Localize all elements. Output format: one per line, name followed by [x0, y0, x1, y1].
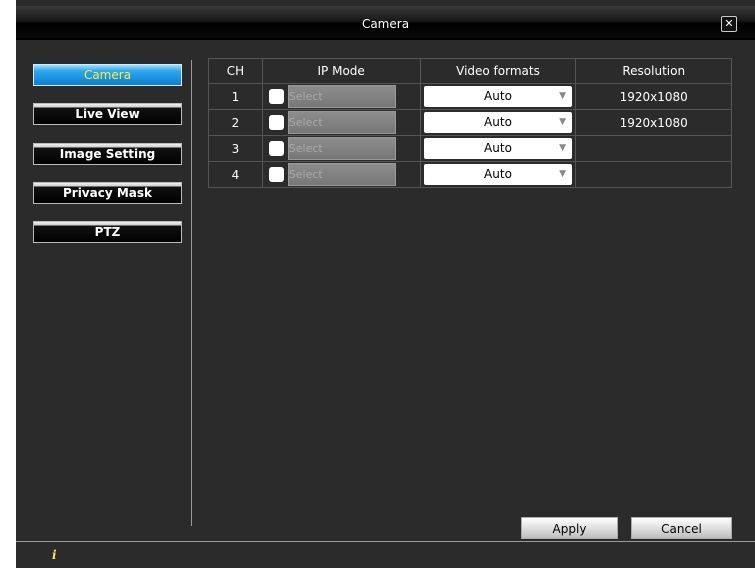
ip-mode-cell: Select — [261, 109, 421, 136]
window-title: Camera — [361, 17, 410, 31]
video-format-cell: Auto ▼ — [419, 161, 577, 188]
ip-mode-cell: Select — [261, 135, 421, 162]
chevron-down-icon: ▼ — [559, 117, 566, 127]
video-format-select[interactable]: Auto ▼ — [423, 138, 572, 159]
camera-table: CH IP Mode Video formats Resolution 1 Se… — [208, 58, 732, 188]
video-format-value: Auto — [484, 167, 512, 181]
title-bar: Camera ✕ — [16, 6, 755, 40]
sidebar-item-label: Image Setting — [59, 147, 156, 161]
chevron-down-icon: ▼ — [559, 91, 566, 101]
chevron-down-icon: ▼ — [559, 169, 566, 179]
table-row: 2 Select Auto ▼ 1920x1080 — [208, 109, 732, 136]
table-row: 3 Select Auto ▼ — [208, 135, 732, 162]
channel-number: 2 — [208, 109, 263, 136]
select-button[interactable]: Select — [287, 111, 396, 134]
column-header-ip-mode: IP Mode — [261, 58, 421, 84]
table-header-row: CH IP Mode Video formats Resolution — [208, 58, 732, 84]
video-format-select[interactable]: Auto ▼ — [423, 164, 572, 185]
sidebar-item-ptz[interactable]: PTZ — [33, 221, 182, 243]
column-header-video-formats: Video formats — [419, 58, 577, 84]
column-header-resolution: Resolution — [575, 58, 732, 84]
video-format-cell: Auto ▼ — [419, 109, 577, 136]
video-format-select[interactable]: Auto ▼ — [423, 112, 572, 133]
ip-mode-checkbox[interactable] — [268, 167, 284, 182]
resolution-cell — [575, 161, 732, 188]
close-icon[interactable]: ✕ — [721, 16, 737, 32]
chevron-down-icon: ▼ — [559, 143, 566, 153]
sidebar-item-label: Privacy Mask — [62, 186, 153, 200]
video-format-cell: Auto ▼ — [419, 83, 577, 110]
sidebar-item-live-view[interactable]: Live View — [33, 103, 182, 125]
video-format-cell: Auto ▼ — [419, 135, 577, 162]
sidebar-item-label: PTZ — [94, 225, 121, 239]
video-format-select[interactable]: Auto ▼ — [423, 86, 572, 107]
left-edge — [0, 0, 16, 568]
video-format-value: Auto — [484, 115, 512, 129]
footer-divider — [16, 541, 755, 542]
cancel-button[interactable]: Cancel — [631, 517, 732, 539]
sidebar-item-label: Camera — [83, 68, 132, 82]
sidebar-item-image-setting[interactable]: Image Setting — [33, 143, 182, 165]
resolution-cell: 1920x1080 — [575, 83, 732, 110]
select-button[interactable]: Select — [287, 137, 396, 160]
channel-number: 3 — [208, 135, 263, 162]
select-button[interactable]: Select — [287, 163, 396, 186]
video-format-value: Auto — [484, 89, 512, 103]
select-button[interactable]: Select — [287, 85, 396, 108]
sidebar-item-label: Live View — [75, 107, 140, 121]
channel-number: 1 — [208, 83, 263, 110]
column-header-ch: CH — [208, 58, 263, 84]
resolution-cell — [575, 135, 732, 162]
channel-number: 4 — [208, 161, 263, 188]
sidebar-item-privacy-mask[interactable]: Privacy Mask — [33, 182, 182, 204]
info-icon: i — [52, 548, 57, 562]
ip-mode-checkbox[interactable] — [268, 89, 284, 104]
table-row: 4 Select Auto ▼ — [208, 161, 732, 188]
ip-mode-checkbox[interactable] — [268, 115, 284, 130]
ip-mode-cell: Select — [261, 161, 421, 188]
resolution-cell: 1920x1080 — [575, 109, 732, 136]
ip-mode-checkbox[interactable] — [268, 141, 284, 156]
table-row: 1 Select Auto ▼ 1920x1080 — [208, 83, 732, 110]
video-format-value: Auto — [484, 141, 512, 155]
apply-button[interactable]: Apply — [521, 517, 618, 539]
sidebar-divider — [191, 60, 192, 526]
sidebar-item-camera[interactable]: Camera — [33, 64, 182, 86]
ip-mode-cell: Select — [261, 83, 421, 110]
